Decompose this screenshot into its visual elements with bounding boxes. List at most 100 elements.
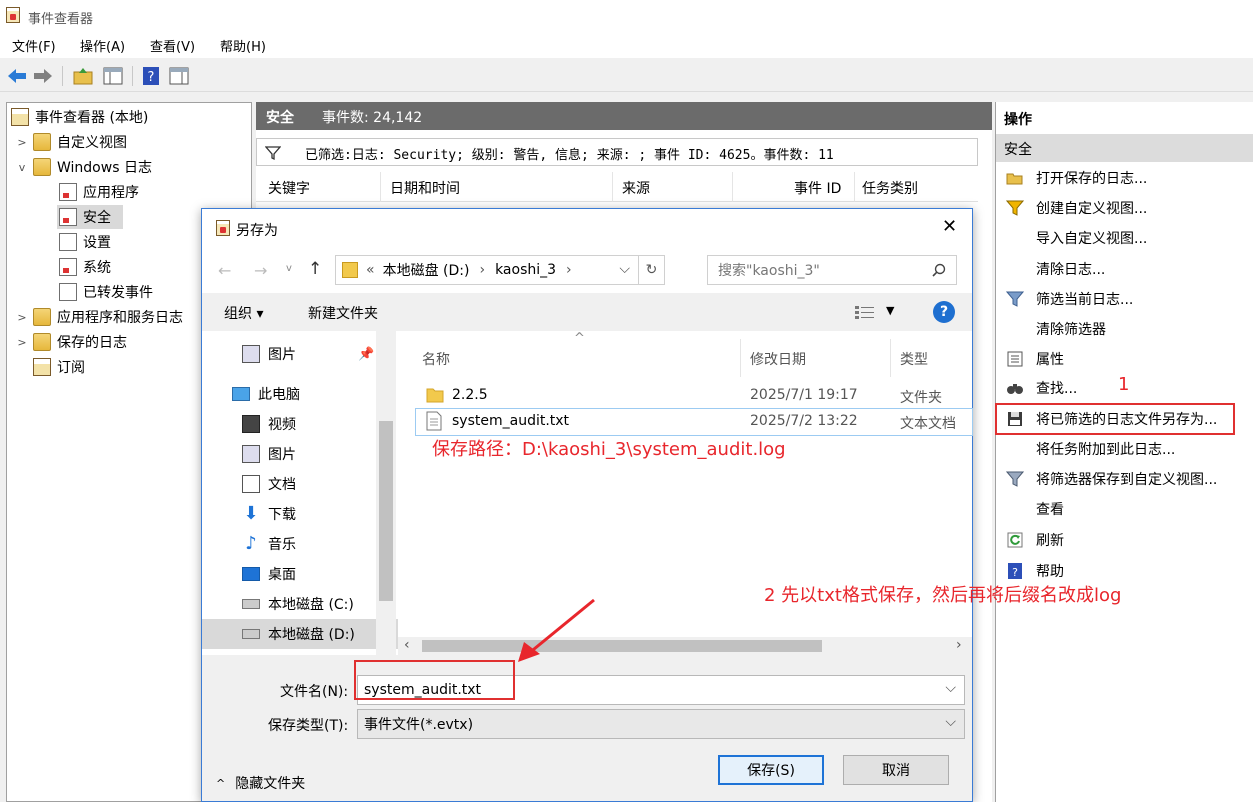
- nav-item-downloads[interactable]: ⬇ 下载: [202, 499, 398, 529]
- dialog-navigation-bar: ← → v ↑ « 本地磁盘 (D:) › kaoshi_3 › ⌵ ↻ 搜索"…: [202, 249, 972, 289]
- help-icon[interactable]: ?: [140, 65, 162, 87]
- pictures-icon: [242, 445, 260, 463]
- tree-item-system[interactable]: 系统: [59, 255, 111, 279]
- file-list: ^ 名称 修改日期 类型 2.2.5 2025/7/1 19:17 文件夹 sy…: [398, 331, 1121, 637]
- action-properties[interactable]: 属性: [996, 345, 1253, 373]
- nav-item-pictures[interactable]: 图片: [202, 439, 398, 469]
- file-row[interactable]: system_audit.txt 2025/7/2 13:22 文本文档: [415, 408, 973, 436]
- tree-item-forwarded-events[interactable]: 已转发事件: [59, 280, 153, 304]
- help-icon[interactable]: ?: [933, 301, 955, 323]
- tree-item-custom-views[interactable]: > 自定义视图: [15, 130, 127, 154]
- show-hide-tree-icon[interactable]: [102, 65, 124, 87]
- forward-arrow-icon[interactable]: [32, 65, 54, 87]
- filter-save-icon: [1006, 471, 1024, 487]
- address-bar[interactable]: « 本地磁盘 (D:) › kaoshi_3 › ⌵ ↻: [335, 255, 665, 285]
- nav-scrollbar-thumb[interactable]: [379, 421, 393, 601]
- nav-item-music[interactable]: ♪ 音乐: [202, 529, 398, 559]
- actions-section-security[interactable]: 安全: [996, 134, 1253, 162]
- address-dropdown-icon[interactable]: ⌵: [619, 261, 630, 277]
- action-view[interactable]: 查看: [996, 495, 1253, 523]
- folder-icon: [33, 133, 51, 151]
- chevron-down-icon[interactable]: v: [15, 161, 29, 174]
- tree-item-application[interactable]: 应用程序: [59, 180, 139, 204]
- back-arrow-icon[interactable]: [6, 65, 28, 87]
- recent-locations-chevron-icon[interactable]: v: [286, 263, 292, 274]
- chevron-down-icon[interactable]: ⌵: [945, 680, 956, 696]
- show-hide-action-pane-icon[interactable]: [168, 65, 190, 87]
- breadcrumb-drive-d[interactable]: 本地磁盘 (D:): [383, 260, 470, 280]
- column-task-category[interactable]: 任务类别: [862, 178, 918, 198]
- close-icon[interactable]: ✕: [942, 216, 957, 237]
- hscrollbar-thumb[interactable]: [422, 640, 822, 652]
- log-icon: [59, 258, 77, 276]
- action-clear-log[interactable]: 清除日志...: [996, 255, 1253, 283]
- menu-help[interactable]: 帮助(H): [220, 36, 266, 55]
- nav-item-this-pc[interactable]: 此电脑: [202, 379, 398, 409]
- cancel-button[interactable]: 取消: [843, 755, 949, 785]
- tree-item-app-service-logs[interactable]: > 应用程序和服务日志: [15, 305, 183, 329]
- view-dropdown-icon[interactable]: ▼: [886, 304, 894, 317]
- dialog-title-bar: 另存为 ✕: [202, 209, 972, 247]
- action-save-filter-to-custom-view[interactable]: 将筛选器保存到自定义视图...: [996, 465, 1253, 493]
- action-attach-task[interactable]: 将任务附加到此日志...: [996, 435, 1253, 463]
- menu-file[interactable]: 文件(F): [12, 36, 56, 55]
- up-arrow-icon[interactable]: ↑: [308, 259, 322, 279]
- tree-item-security[interactable]: 安全: [57, 205, 123, 229]
- column-name[interactable]: 名称: [422, 349, 450, 369]
- action-refresh[interactable]: 刷新: [996, 526, 1253, 554]
- toolbar: ?: [0, 60, 1253, 92]
- tree-item-windows-logs[interactable]: v Windows 日志: [15, 155, 152, 179]
- search-input[interactable]: 搜索"kaoshi_3": [707, 255, 957, 285]
- organize-button[interactable]: 组织 ▾: [224, 303, 263, 323]
- back-arrow-icon[interactable]: ←: [218, 261, 231, 280]
- action-create-custom-view[interactable]: 创建自定义视图...: [996, 194, 1253, 222]
- forward-arrow-icon[interactable]: →: [254, 261, 267, 280]
- action-import-custom-view[interactable]: 导入自定义视图...: [996, 224, 1253, 252]
- refresh-icon[interactable]: ↻: [638, 256, 664, 284]
- column-modified-date[interactable]: 修改日期: [750, 349, 806, 369]
- column-source[interactable]: 来源: [622, 178, 650, 198]
- nav-item-desktop[interactable]: 桌面: [202, 559, 398, 589]
- actions-pane: 操作 安全 打开保存的日志... 创建自定义视图... 导入自定义视图... 清…: [995, 102, 1253, 802]
- nav-scrollbar[interactable]: [376, 331, 396, 655]
- svg-text:?: ?: [148, 70, 155, 85]
- tree-item-saved-logs[interactable]: > 保存的日志: [15, 330, 127, 354]
- download-icon: ⬇: [243, 503, 259, 524]
- new-folder-button[interactable]: 新建文件夹: [308, 303, 378, 323]
- sort-up-icon: ^: [574, 331, 585, 346]
- save-button[interactable]: 保存(S): [718, 755, 824, 785]
- menu-view[interactable]: 查看(V): [150, 36, 195, 55]
- folder-icon: [33, 333, 51, 351]
- column-keywords[interactable]: 关键字: [268, 178, 310, 198]
- column-event-id[interactable]: 事件 ID: [794, 178, 841, 198]
- nav-item-documents[interactable]: 文档: [202, 469, 398, 499]
- menu-action[interactable]: 操作(A): [80, 36, 125, 55]
- chevron-right-icon[interactable]: >: [15, 136, 29, 149]
- column-datetime[interactable]: 日期和时间: [390, 178, 460, 198]
- filetype-select[interactable]: 事件文件(*.evtx) ⌵: [357, 709, 965, 739]
- action-filter-current-log[interactable]: 筛选当前日志...: [996, 285, 1253, 313]
- nav-item-pictures-quick[interactable]: 图片 📌: [202, 339, 398, 369]
- scroll-right-icon[interactable]: ›: [956, 637, 962, 653]
- breadcrumb-kaoshi3[interactable]: kaoshi_3: [495, 262, 556, 278]
- hide-folders-toggle[interactable]: ^ 隐藏文件夹: [216, 773, 305, 793]
- tree-item-subscriptions[interactable]: 订阅: [33, 355, 85, 379]
- chevron-right-icon[interactable]: >: [15, 336, 29, 349]
- action-open-saved-log[interactable]: 打开保存的日志...: [996, 164, 1253, 192]
- subscription-icon: [33, 358, 51, 376]
- scroll-left-icon[interactable]: ‹: [404, 637, 410, 653]
- pin-icon[interactable]: 📌: [358, 347, 374, 362]
- nav-item-drive-d[interactable]: 本地磁盘 (D:): [202, 619, 398, 649]
- folder-up-icon[interactable]: [72, 65, 94, 87]
- nav-item-drive-c[interactable]: 本地磁盘 (C:): [202, 589, 398, 619]
- tree-item-root[interactable]: 事件查看器 (本地): [11, 105, 148, 129]
- chevron-down-icon[interactable]: ⌵: [945, 714, 956, 730]
- tree-item-setup[interactable]: 设置: [59, 230, 111, 254]
- chevron-right-icon[interactable]: >: [15, 311, 29, 324]
- action-clear-filter[interactable]: 清除筛选器: [996, 315, 1253, 343]
- file-row[interactable]: 2.2.5 2025/7/1 19:17 文件夹: [416, 383, 972, 409]
- view-options-icon[interactable]: [854, 304, 876, 320]
- column-type[interactable]: 类型: [900, 349, 928, 369]
- file-list-hscrollbar[interactable]: ‹ ›: [398, 637, 972, 655]
- nav-item-videos[interactable]: 视频: [202, 409, 398, 439]
